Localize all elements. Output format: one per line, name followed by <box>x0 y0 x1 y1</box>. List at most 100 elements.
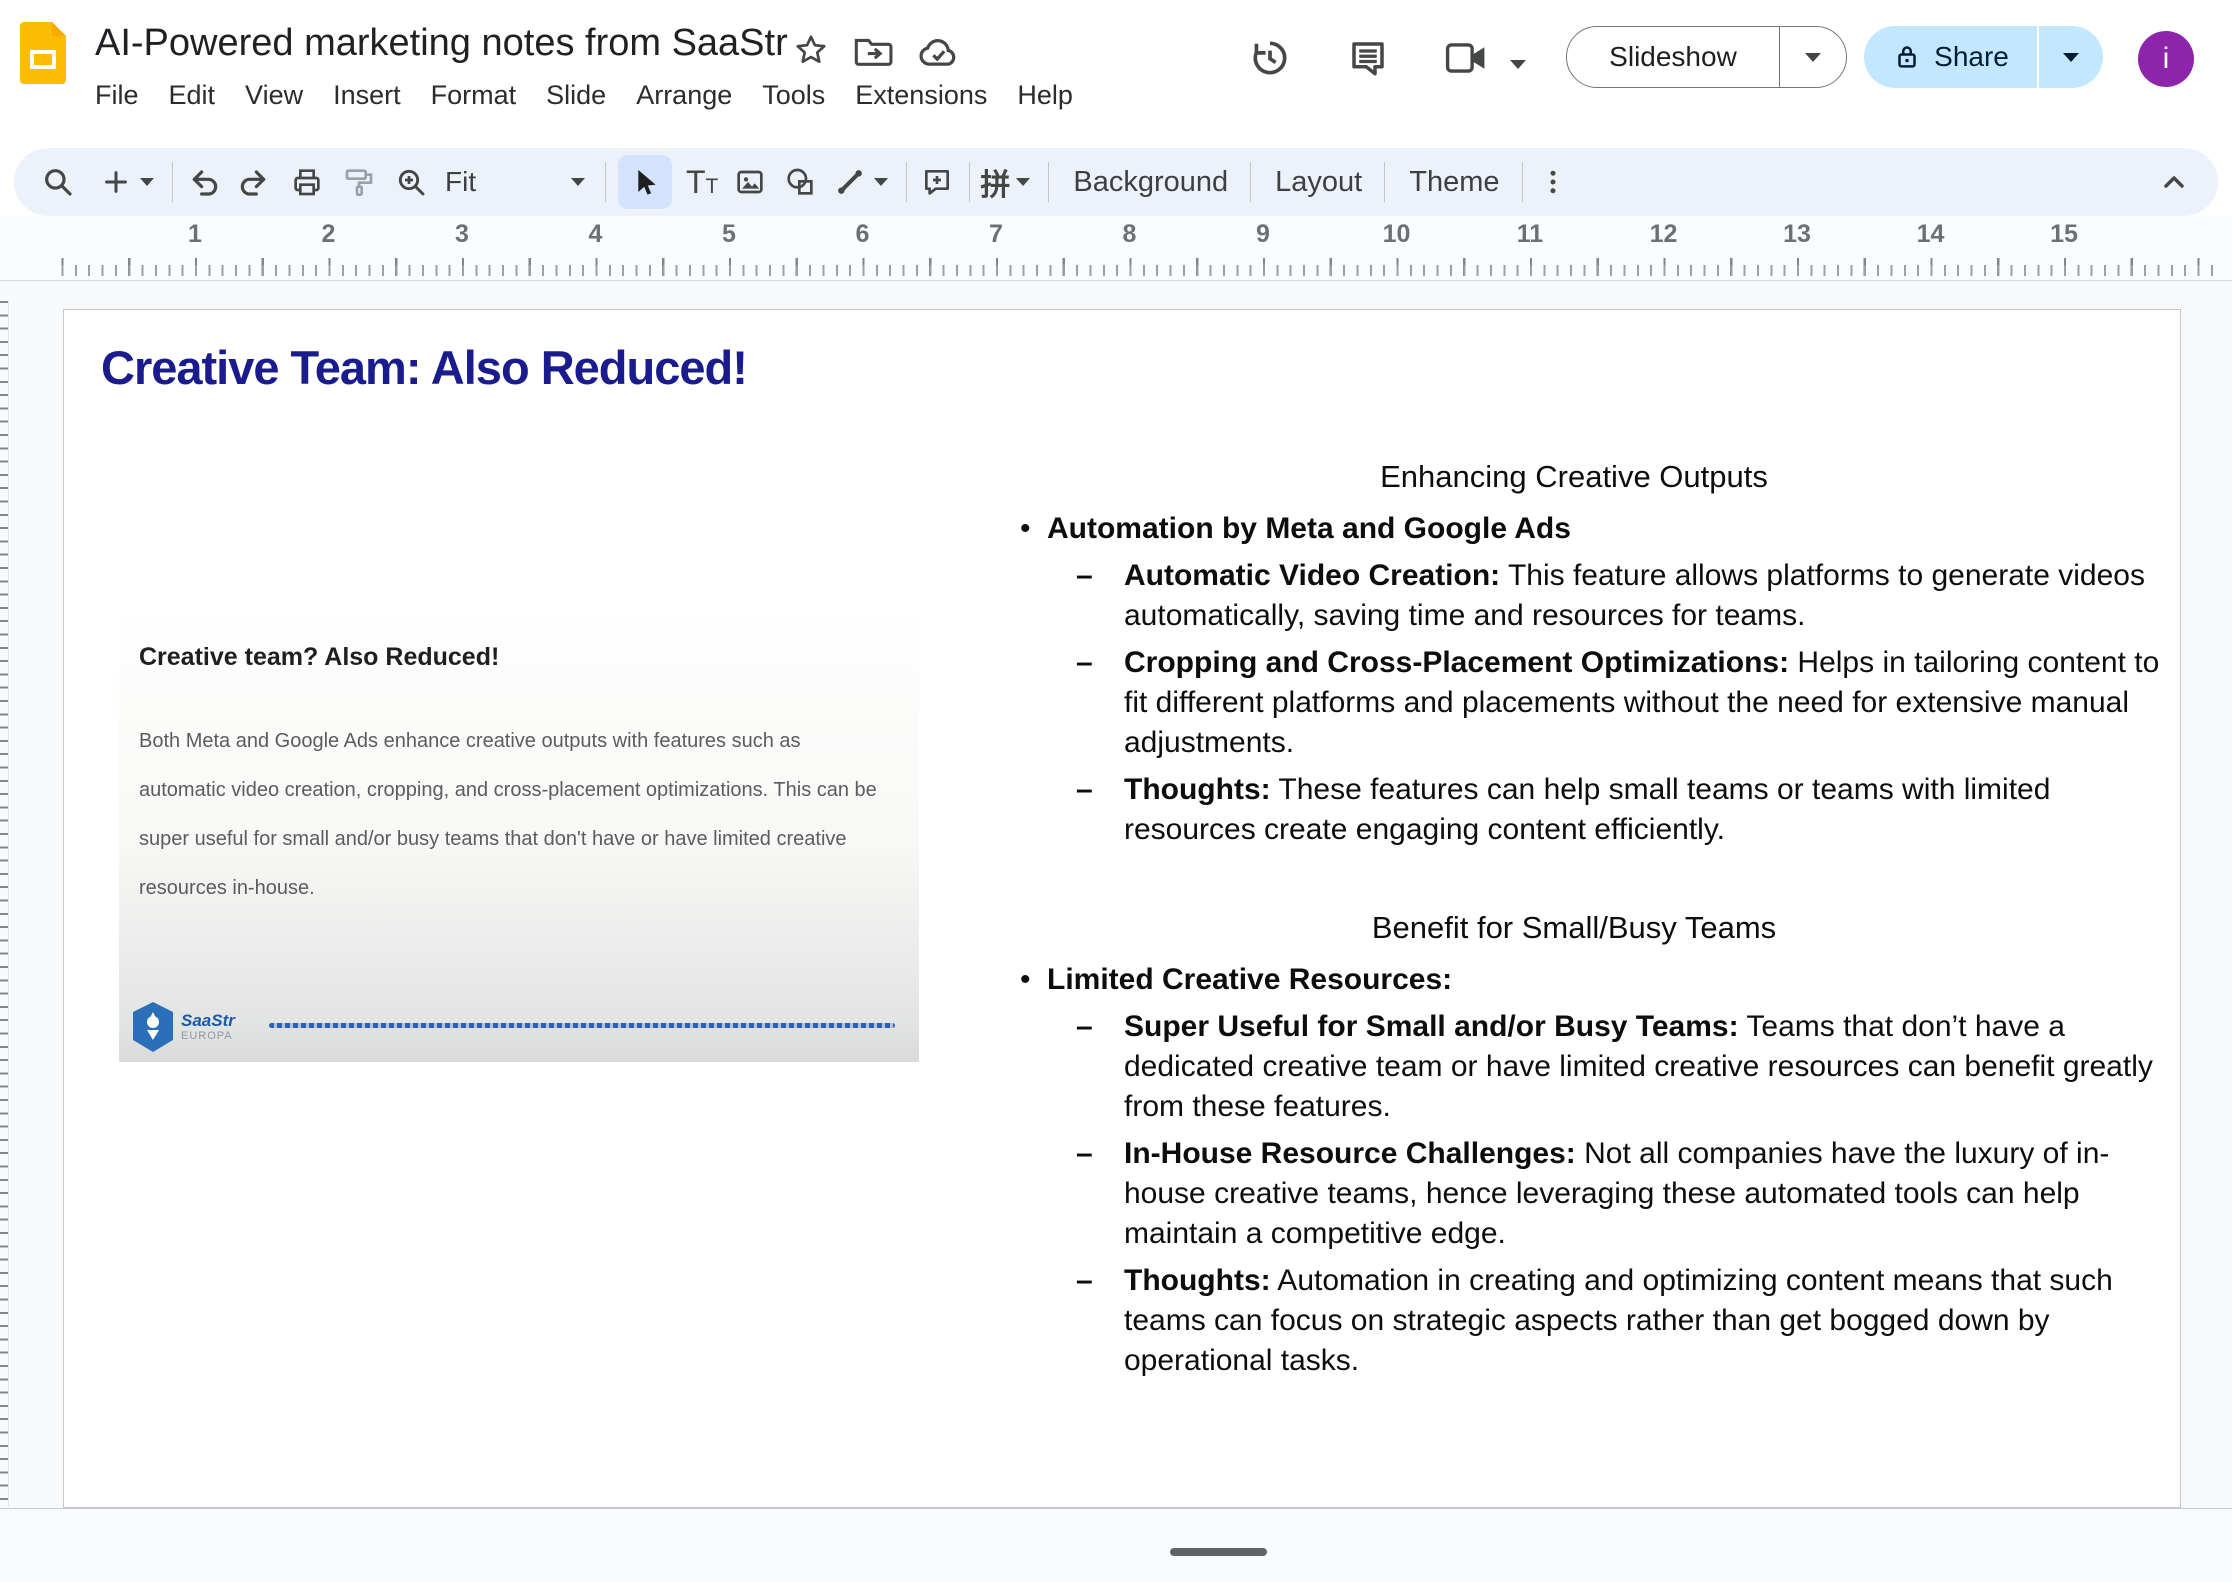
version-history-icon[interactable] <box>1246 34 1294 82</box>
sub-bullet-item: – Thoughts: Automation in creating and o… <box>1004 1261 2184 1381</box>
sub-bullet-item: – Thoughts: These features can help smal… <box>1004 770 2184 850</box>
more-options-icon[interactable] <box>1535 164 1571 200</box>
ruler-number: 15 <box>2050 220 2078 249</box>
textbox-tool-icon[interactable]: TT <box>686 164 718 201</box>
ruler-number: 6 <box>856 220 870 249</box>
undo-icon[interactable] <box>185 164 221 200</box>
dash-marker: – <box>1076 770 1124 850</box>
document-title[interactable]: AI-Powered marketing notes from SaaStr <box>95 22 788 65</box>
hide-menus-chevron-icon[interactable] <box>2156 164 2192 200</box>
toolbar-divider <box>172 162 173 202</box>
menu-edit[interactable]: Edit <box>154 74 231 117</box>
insert-image-icon[interactable] <box>732 164 768 200</box>
saastr-logo-subtext: EUROPA <box>181 1030 235 1043</box>
embedded-image-body: Both Meta and Google Ads enhance creativ… <box>139 717 879 913</box>
slide-canvas-area: Creative Team: Also Reduced! Creative te… <box>0 280 2232 1582</box>
bullet-marker: • <box>1004 960 1047 1000</box>
meet-camera-icon[interactable] <box>1442 34 1490 82</box>
account-avatar[interactable]: i <box>2138 31 2194 87</box>
insert-comment-icon[interactable] <box>919 164 955 200</box>
theme-button[interactable]: Theme <box>1391 158 1517 207</box>
embedded-slide-image[interactable]: Creative team? Also Reduced! Both Meta a… <box>119 621 919 1062</box>
menu-insert[interactable]: Insert <box>318 74 416 117</box>
saastr-shield-icon <box>133 1002 173 1052</box>
bullet-text: Limited Creative Resources: <box>1047 960 1452 1000</box>
lock-icon <box>1892 41 1922 73</box>
slide-page[interactable]: Creative Team: Also Reduced! Creative te… <box>63 309 2181 1508</box>
print-icon[interactable] <box>289 164 325 200</box>
insert-shape-icon[interactable] <box>782 164 818 200</box>
toolbar-divider <box>906 162 907 202</box>
zoom-icon[interactable] <box>393 164 429 200</box>
content-section-2: Benefit for Small/Busy Teams • Limited C… <box>1004 908 2184 1381</box>
slide-title[interactable]: Creative Team: Also Reduced! <box>101 340 747 395</box>
background-button[interactable]: Background <box>1055 158 1246 207</box>
slide-text-body[interactable]: Enhancing Creative Outputs • Automation … <box>1004 457 2184 1388</box>
insert-line-icon[interactable] <box>832 164 868 200</box>
menu-tools[interactable]: Tools <box>747 74 840 117</box>
toolbar-divider <box>969 162 970 202</box>
toolbar-divider <box>1048 162 1049 202</box>
share-dropdown-caret-icon[interactable] <box>2039 26 2103 88</box>
ruler-number: 7 <box>989 220 1003 249</box>
toolbar-divider <box>1522 162 1523 202</box>
ruler-number: 1 <box>188 220 202 249</box>
slideshow-button[interactable]: Slideshow <box>1566 26 1847 88</box>
zoom-select[interactable]: Fit <box>441 166 591 198</box>
new-slide-caret-icon[interactable] <box>136 164 158 200</box>
main-toolbar: Fit TT 拼 Background Layout Theme <box>14 148 2218 216</box>
bullet-marker: • <box>1004 509 1047 549</box>
menu-arrange[interactable]: Arrange <box>621 74 747 117</box>
search-menus-icon[interactable] <box>40 164 76 200</box>
ruler-number: 5 <box>722 220 736 249</box>
comments-icon[interactable] <box>1344 34 1392 82</box>
select-tool-button[interactable] <box>618 155 672 209</box>
input-tools-icon[interactable]: 拼 <box>980 160 1010 204</box>
ruler-number: 12 <box>1650 220 1678 249</box>
menu-format[interactable]: Format <box>416 74 532 117</box>
speaker-notes-strip <box>0 1508 2232 1582</box>
zoom-value: Fit <box>445 166 476 198</box>
section-heading: Enhancing Creative Outputs <box>1004 457 2144 497</box>
line-caret-icon[interactable] <box>870 164 892 200</box>
sub-bullet-item: – Cropping and Cross-Placement Optimizat… <box>1004 643 2184 763</box>
new-slide-button[interactable] <box>98 164 134 200</box>
toolbar-divider <box>605 162 606 202</box>
redo-icon[interactable] <box>237 164 273 200</box>
bullet-item: • Limited Creative Resources: <box>1004 960 2184 1000</box>
sub-bullet-text: Thoughts: Automation in creating and opt… <box>1124 1261 2184 1381</box>
slideshow-dropdown-caret-icon[interactable] <box>1780 53 1846 62</box>
vertical-ruler[interactable] <box>0 301 9 1506</box>
horizontal-ruler[interactable]: 123456789101112131415 <box>60 220 2214 276</box>
star-icon[interactable] <box>793 32 829 68</box>
menu-help[interactable]: Help <box>1002 74 1088 117</box>
section-heading: Benefit for Small/Busy Teams <box>1004 908 2144 948</box>
dash-marker: – <box>1076 1261 1124 1381</box>
saastr-logo-text: SaaStr <box>181 1012 235 1030</box>
menu-slide[interactable]: Slide <box>531 74 621 117</box>
notes-drag-handle[interactable] <box>1170 1548 1267 1556</box>
cloud-saved-icon[interactable] <box>918 36 960 68</box>
bullet-text: Automation by Meta and Google Ads <box>1047 509 1571 549</box>
menu-view[interactable]: View <box>230 74 318 117</box>
bullet-item: • Automation by Meta and Google Ads <box>1004 509 2184 549</box>
sub-bullet-text: Automatic Video Creation: This feature a… <box>1124 556 2184 636</box>
dash-marker: – <box>1076 1134 1124 1254</box>
cursor-icon <box>629 166 661 198</box>
layout-button[interactable]: Layout <box>1257 158 1380 207</box>
menu-file[interactable]: File <box>80 74 154 117</box>
share-button[interactable]: Share <box>1864 26 2037 88</box>
menu-extensions[interactable]: Extensions <box>840 74 1002 117</box>
ruler-row: 123456789101112131415 <box>0 216 2232 280</box>
ruler-number: 11 <box>1517 220 1543 249</box>
slides-logo-icon[interactable] <box>20 22 66 84</box>
move-folder-icon[interactable] <box>854 36 894 68</box>
share-label: Share <box>1934 41 2009 73</box>
input-tools-caret-icon[interactable] <box>1012 164 1034 200</box>
paint-format-icon[interactable] <box>341 164 377 200</box>
ruler-number: 8 <box>1123 220 1137 249</box>
sub-bullet-item: – Automatic Video Creation: This feature… <box>1004 556 2184 636</box>
toolbar-divider <box>1250 162 1251 202</box>
camera-dropdown-caret-icon[interactable] <box>1494 40 1542 88</box>
toolbar-divider <box>1384 162 1385 202</box>
